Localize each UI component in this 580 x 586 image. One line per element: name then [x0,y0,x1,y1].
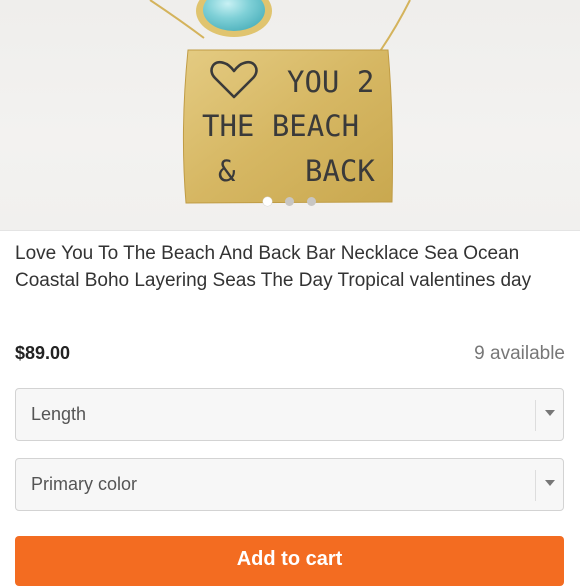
stamped-text: THE BEACH [202,109,359,143]
select-divider [535,400,536,431]
stamped-text: & [218,154,236,188]
carousel-dot-1[interactable] [263,197,272,206]
divider [0,230,580,231]
availability-count: 9 available [474,343,565,364]
carousel-dot-2[interactable] [285,197,294,206]
chevron-down-icon [545,480,555,486]
carousel-dot-3[interactable] [307,197,316,206]
product-price: $89.00 [15,343,71,363]
length-select-label: Length [31,404,87,424]
product-title: Love You To The Beach And Back Bar Neckl… [15,243,532,291]
primary-color-select-label: Primary color [31,474,138,494]
select-divider [535,470,536,501]
stamped-text: YOU 2 [287,65,374,99]
add-to-cart-button[interactable]: Add to cart [15,536,564,586]
product-image[interactable]: YOU 2 THE BEACH & BACK [0,0,580,230]
stamped-text: BACK [305,154,375,188]
length-select[interactable]: Length [15,388,564,441]
carousel-indicator [0,197,580,207]
primary-color-select[interactable]: Primary color [15,458,564,511]
chevron-down-icon [545,410,555,416]
necklace-illustration: YOU 2 THE BEACH & BACK [149,0,411,204]
